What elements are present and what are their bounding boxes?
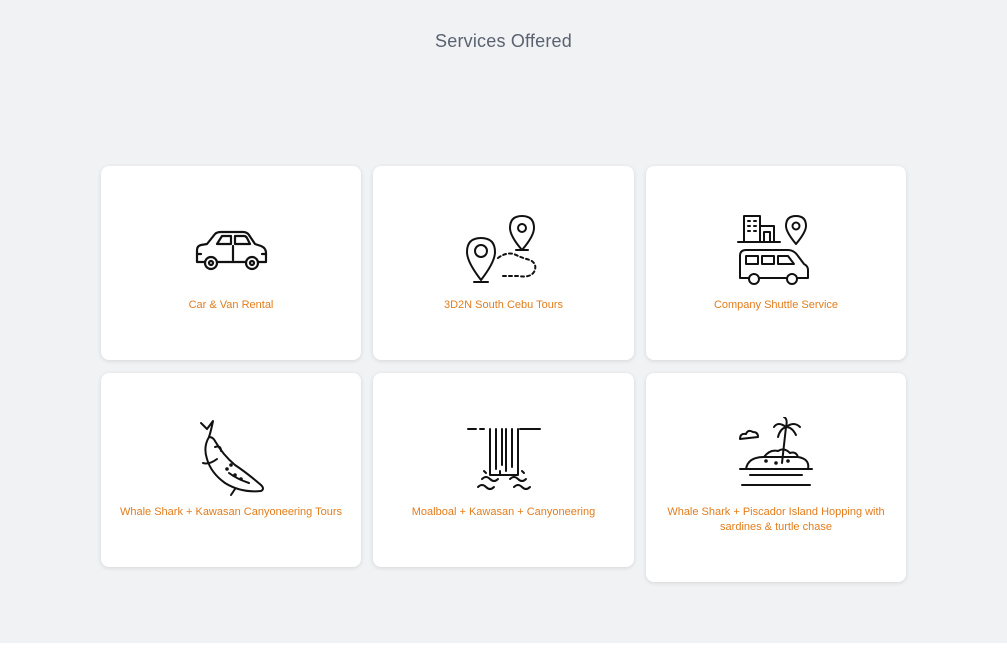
service-label: Car & Van Rental bbox=[188, 299, 274, 311]
section-title: Services Offered bbox=[435, 31, 572, 51]
service-card-moalboal-kawasan[interactable]: Moalboal + Kawasan + Canyoneering bbox=[373, 373, 634, 567]
service-card-car-van-rental[interactable]: Car & Van Rental bbox=[101, 166, 361, 360]
service-label: Moalboal + Kawasan + Canyoneering bbox=[411, 506, 596, 518]
waterfall-icon bbox=[464, 417, 544, 497]
service-card-company-shuttle[interactable]: Company Shuttle Service bbox=[646, 166, 906, 360]
service-label: Whale Shark + Kawasan Canyoneering Tours bbox=[119, 506, 343, 518]
service-card-piscador-island-hopping[interactable]: Whale Shark + Piscador Island Hopping wi… bbox=[646, 373, 906, 582]
map-route-icon bbox=[464, 210, 544, 290]
island-icon bbox=[736, 417, 816, 497]
services-section: Services Offered Car & Van Rental 3D2N S… bbox=[0, 0, 1007, 643]
service-card-south-cebu-tours[interactable]: 3D2N South Cebu Tours bbox=[373, 166, 634, 360]
whale-shark-icon bbox=[191, 417, 271, 497]
service-label: Whale Shark + Piscador Island Hopping wi… bbox=[667, 506, 885, 533]
service-label: 3D2N South Cebu Tours bbox=[443, 299, 564, 311]
service-card-whale-shark-kawasan[interactable]: Whale Shark + Kawasan Canyoneering Tours bbox=[101, 373, 361, 567]
shuttle-van-icon bbox=[736, 210, 816, 290]
service-label: Company Shuttle Service bbox=[713, 299, 839, 311]
car-icon bbox=[191, 210, 271, 290]
